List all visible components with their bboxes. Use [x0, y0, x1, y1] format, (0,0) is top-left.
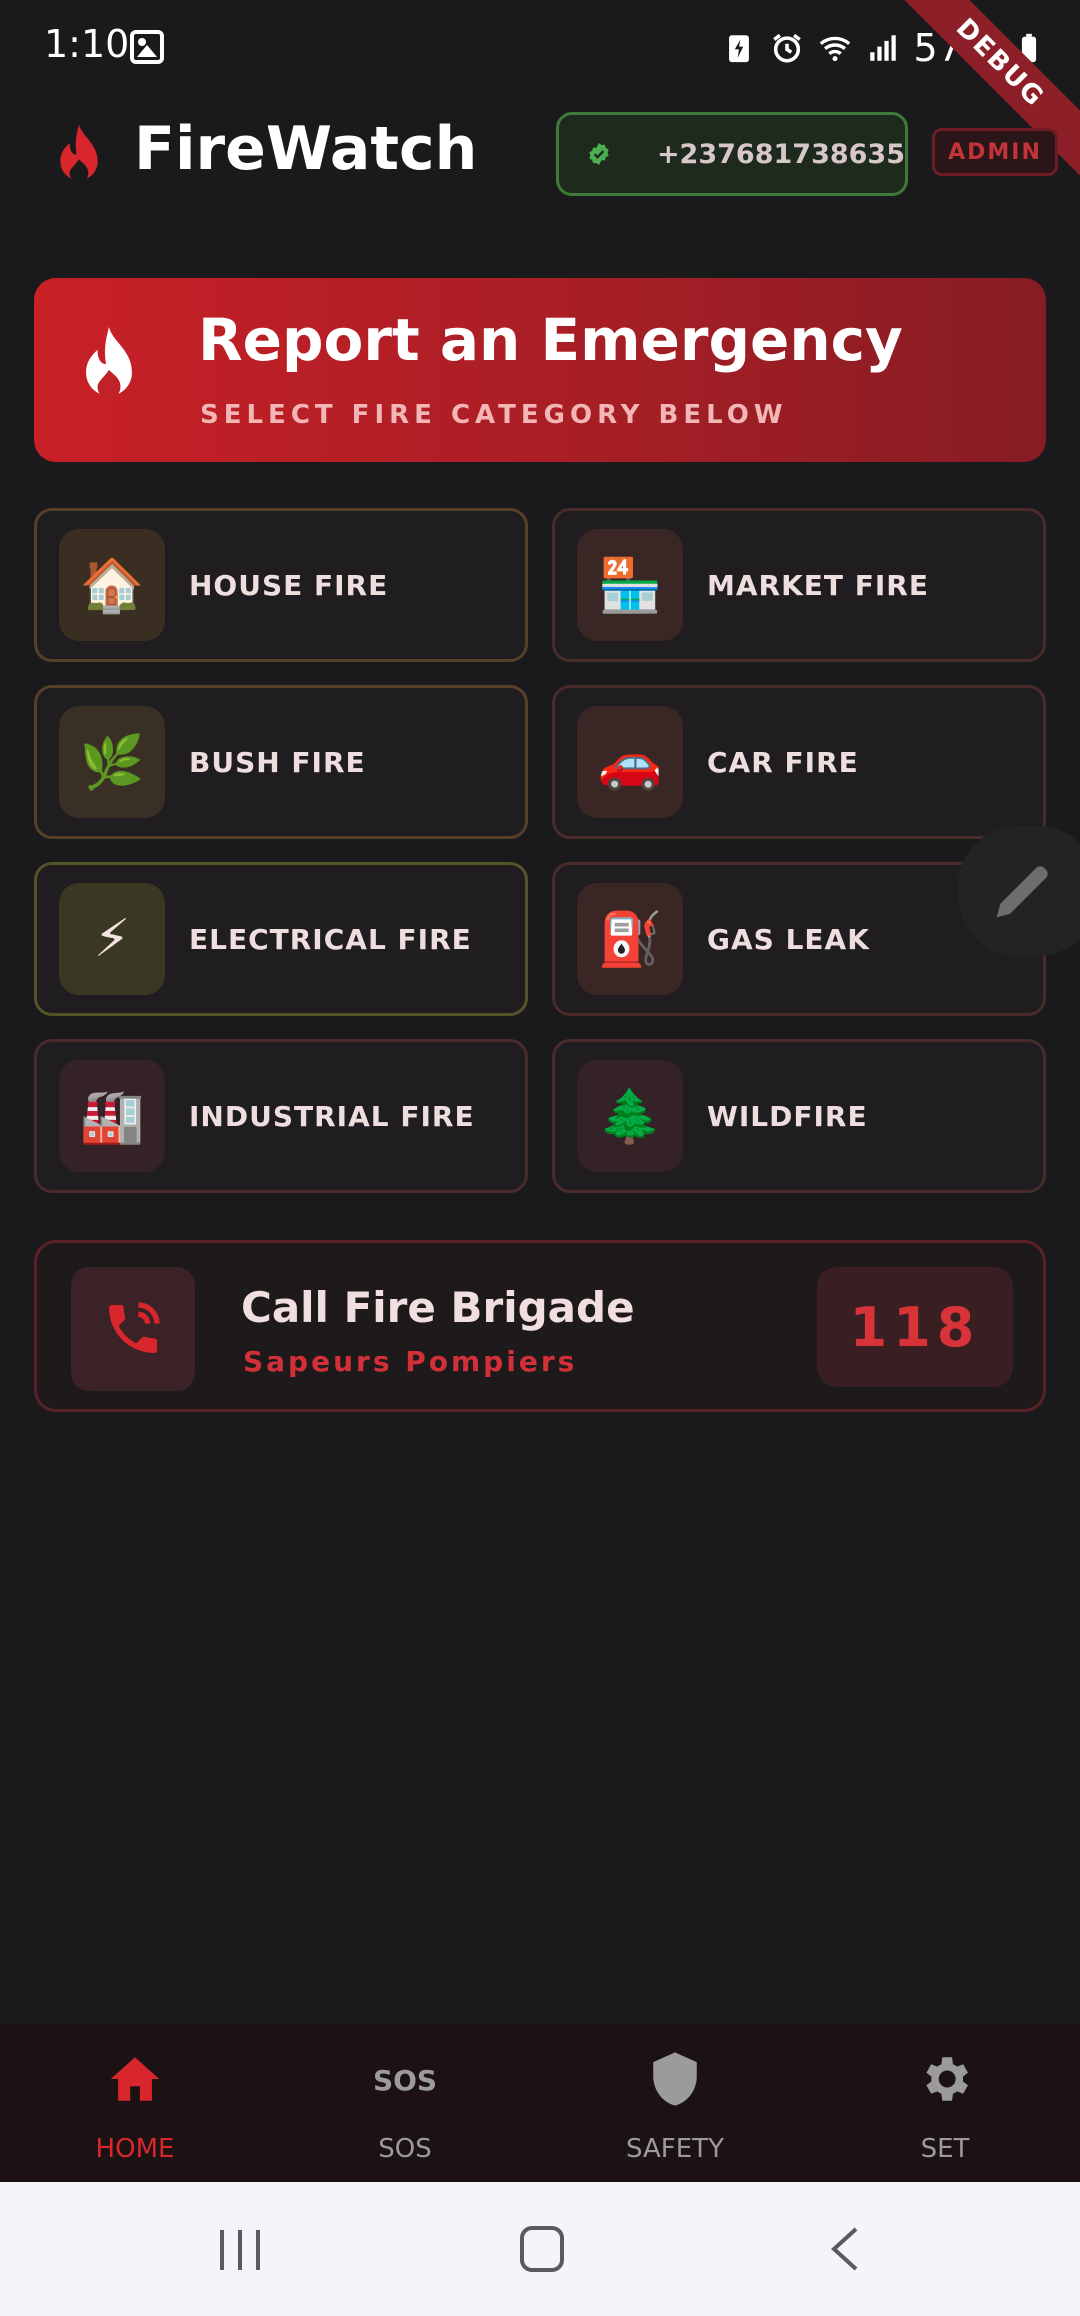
- flame-icon: [60, 124, 98, 183]
- alarm-icon: [772, 33, 801, 63]
- category-label: WILDFIRE: [707, 1100, 868, 1133]
- edit-floating-button[interactable]: [958, 826, 1080, 956]
- call-title: Call Fire Brigade: [241, 1283, 635, 1332]
- fuel-pump-icon: ⛽: [577, 883, 683, 995]
- bottom-navigation: HOME SOS SOS SAFETY SET: [0, 2024, 1080, 2182]
- recent-apps-icon[interactable]: [218, 2230, 262, 2270]
- battery-saver-icon: [728, 35, 749, 63]
- report-emergency-banner: Report an Emergency SELECT FIRE CATEGORY…: [34, 278, 1046, 462]
- gallery-icon: [130, 30, 164, 64]
- gear-icon: [926, 2057, 968, 2101]
- store-icon: 🏪: [577, 529, 683, 641]
- category-label: BUSH FIRE: [189, 746, 366, 779]
- category-label: GAS LEAK: [707, 923, 870, 956]
- nav-home[interactable]: HOME: [0, 2024, 270, 2182]
- app-header: FireWatch ... +237681738635 ADMIN: [0, 96, 1080, 216]
- phone-icon-box: [71, 1267, 195, 1391]
- tree-icon: 🌲: [577, 1060, 683, 1172]
- flame-icon: [86, 326, 132, 399]
- car-icon: 🚗: [577, 706, 683, 818]
- emergency-number[interactable]: 118: [817, 1267, 1013, 1387]
- verified-check-icon: [589, 143, 609, 165]
- house-icon: 🏠: [59, 529, 165, 641]
- call-subtitle: Sapeurs Pompiers: [243, 1345, 578, 1378]
- category-label: ELECTRICAL FIRE: [189, 923, 472, 956]
- category-label: MARKET FIRE: [707, 569, 929, 602]
- phone-number: +237681738635: [656, 138, 905, 170]
- app-title: FireWatch ...: [134, 114, 474, 184]
- category-industrial-fire[interactable]: 🏭 INDUSTRIAL FIRE: [34, 1039, 528, 1193]
- nav-sos[interactable]: SOS SOS: [270, 2024, 540, 2182]
- nav-safety[interactable]: SAFETY: [540, 2024, 810, 2182]
- category-bush-fire[interactable]: 🌿 BUSH FIRE: [34, 685, 528, 839]
- category-label: HOUSE FIRE: [189, 569, 389, 602]
- nav-label: HOME: [95, 2134, 175, 2164]
- wifi-icon: [819, 36, 850, 62]
- status-time: 1:10: [44, 22, 130, 66]
- nav-label: SAFETY: [626, 2134, 724, 2164]
- nav-label: SOS: [378, 2134, 432, 2164]
- signal-icon: [869, 35, 896, 61]
- back-icon[interactable]: [830, 2226, 860, 2272]
- banner-title: Report an Emergency: [198, 306, 903, 374]
- banner-subtitle: SELECT FIRE CATEGORY BELOW: [200, 400, 788, 430]
- category-label: INDUSTRIAL FIRE: [189, 1100, 475, 1133]
- category-house-fire[interactable]: 🏠 HOUSE FIRE: [34, 508, 528, 662]
- admin-badge[interactable]: ADMIN: [932, 128, 1058, 176]
- nav-label: SET: [920, 2134, 970, 2164]
- nav-settings[interactable]: SET: [810, 2024, 1080, 2182]
- sos-icon: SOS: [375, 2064, 435, 2097]
- call-fire-brigade-card[interactable]: Call Fire Brigade Sapeurs Pompiers 118: [34, 1240, 1046, 1412]
- category-wildfire[interactable]: 🌲 WILDFIRE: [552, 1039, 1046, 1193]
- category-car-fire[interactable]: 🚗 CAR FIRE: [552, 685, 1046, 839]
- svg-text:SOS: SOS: [375, 2064, 435, 2097]
- category-label: CAR FIRE: [707, 746, 859, 779]
- home-icon: [110, 2057, 160, 2101]
- lightning-icon: ⚡: [59, 883, 165, 995]
- category-electrical-fire[interactable]: ⚡ ELECTRICAL FIRE: [34, 862, 528, 1016]
- verified-phone-chip[interactable]: +237681738635: [556, 112, 908, 196]
- home-system-button[interactable]: [520, 2226, 564, 2272]
- shield-icon: [653, 2052, 697, 2106]
- factory-icon: 🏭: [59, 1060, 165, 1172]
- system-navigation-bar: [0, 2182, 1080, 2316]
- herb-icon: 🌿: [59, 706, 165, 818]
- pencil-icon: [996, 866, 1048, 918]
- category-market-fire[interactable]: 🏪 MARKET FIRE: [552, 508, 1046, 662]
- phone-call-icon: [109, 1302, 160, 1353]
